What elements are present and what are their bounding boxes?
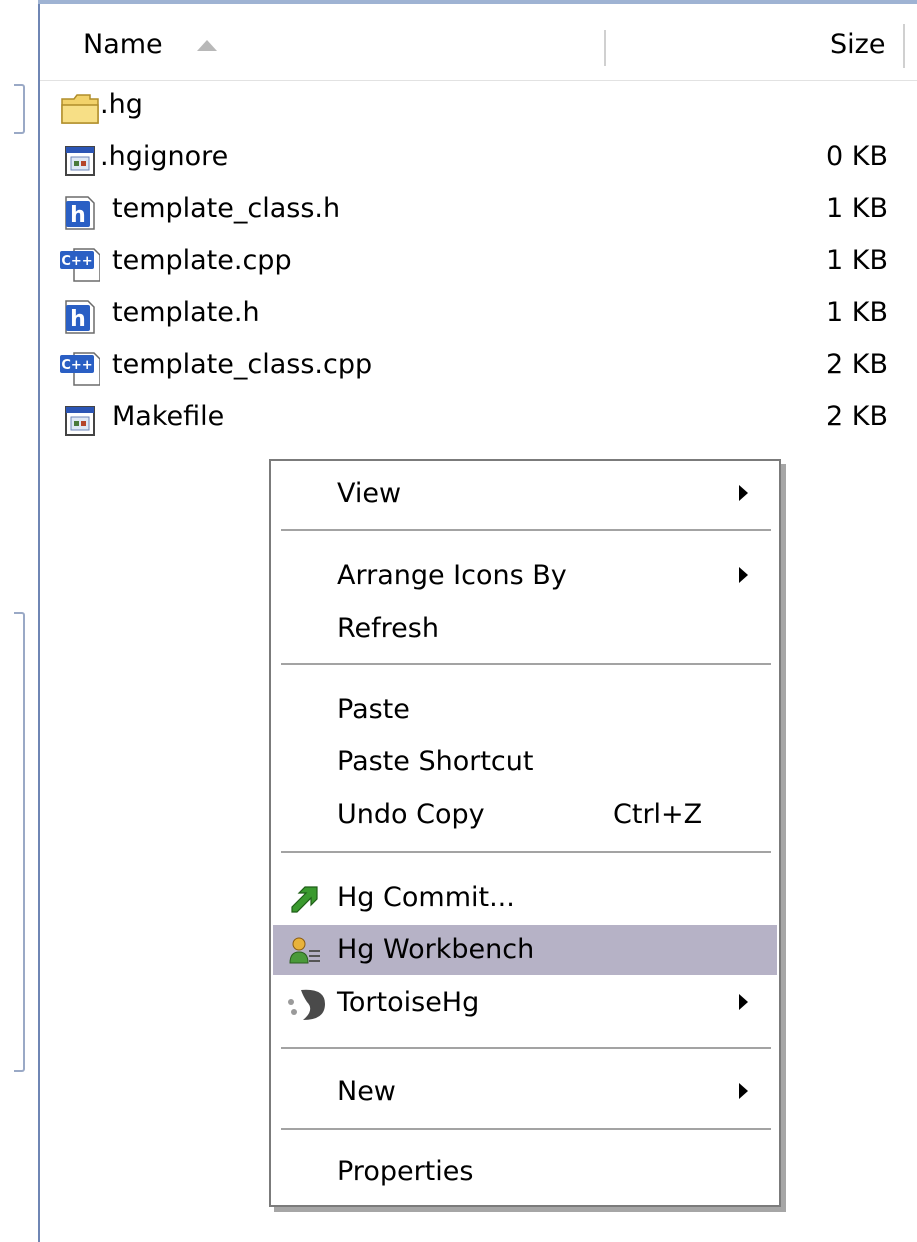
pane-edge-mark <box>14 612 25 1072</box>
hg-commit-icon <box>291 886 318 913</box>
file-row-hgignore[interactable]: .hgignore 0 KB <box>60 131 900 183</box>
svg-text:h: h <box>70 307 86 332</box>
svg-text:C++: C++ <box>61 254 92 269</box>
file-name: .hgignore <box>100 141 229 172</box>
menu-item-paste-shortcut[interactable]: Paste Shortcut <box>273 737 777 787</box>
file-size: 1 KB <box>826 193 888 224</box>
file-row-hg[interactable]: .hg <box>60 79 900 131</box>
file-row-template-class-cpp[interactable]: C++ template_class.cpp 2 KB <box>60 339 900 391</box>
file-row-template-h[interactable]: h template.h 1 KB <box>60 287 900 339</box>
menu-item-shortcut: Ctrl+Z <box>613 799 703 830</box>
submenu-arrow-icon <box>739 485 748 501</box>
file-row-template-cpp[interactable]: C++ template.cpp 1 KB <box>60 235 900 287</box>
sort-ascending-icon <box>197 40 217 51</box>
menu-item-arrange-icons-by[interactable]: Arrange Icons By <box>273 551 777 601</box>
cpp-file-icon: C++ <box>60 248 100 282</box>
menu-item-label: Refresh <box>337 613 439 644</box>
file-row-makefile[interactable]: Makefile 2 KB <box>60 391 900 443</box>
file-name: template_class.cpp <box>112 349 373 380</box>
h-file-icon: h <box>65 196 95 230</box>
column-divider[interactable] <box>903 24 905 68</box>
menu-item-properties[interactable]: Properties <box>273 1147 777 1197</box>
file-size: 1 KB <box>826 297 888 328</box>
file-size: 1 KB <box>826 245 888 276</box>
file-row-template-class-h[interactable]: h template_class.h 1 KB <box>60 183 900 235</box>
menu-item-view[interactable]: View <box>273 469 777 519</box>
menu-separator <box>281 529 771 531</box>
menu-separator <box>281 1047 771 1049</box>
submenu-arrow-icon <box>739 1083 748 1099</box>
generic-file-icon <box>65 406 95 436</box>
file-size: 2 KB <box>826 349 888 380</box>
menu-item-hg-commit[interactable]: Hg Commit... <box>273 873 777 923</box>
context-menu: View Arrange Icons By Refresh Paste Past… <box>269 459 781 1207</box>
file-size: 2 KB <box>826 401 888 432</box>
svg-text:C++: C++ <box>61 358 92 373</box>
menu-item-refresh[interactable]: Refresh <box>273 604 777 654</box>
file-name: template.h <box>112 297 260 328</box>
menu-item-label: Properties <box>337 1156 474 1187</box>
cpp-file-icon: C++ <box>60 352 100 386</box>
menu-separator <box>281 663 771 665</box>
menu-separator <box>281 1128 771 1130</box>
pane-border <box>38 0 40 1242</box>
menu-item-new[interactable]: New <box>273 1067 777 1117</box>
hg-workbench-icon <box>289 937 320 964</box>
column-header: Name Size <box>40 4 917 81</box>
menu-item-label: View <box>337 478 402 509</box>
generic-file-icon <box>65 146 95 176</box>
column-divider[interactable] <box>604 30 606 66</box>
column-header-size[interactable]: Size <box>830 29 885 60</box>
file-name: template.cpp <box>112 245 292 276</box>
file-name: .hg <box>100 89 143 120</box>
pane-edge-mark <box>14 84 25 134</box>
menu-separator <box>281 851 771 853</box>
menu-item-label: Hg Commit... <box>337 882 515 913</box>
menu-item-label: Paste Shortcut <box>337 746 534 777</box>
file-name: template_class.h <box>112 193 341 224</box>
file-size: 0 KB <box>826 141 888 172</box>
submenu-arrow-icon <box>739 567 748 583</box>
folder-icon <box>61 94 99 124</box>
menu-item-undo-copy[interactable]: Undo Copy Ctrl+Z <box>273 790 777 840</box>
menu-item-label: Paste <box>337 694 410 725</box>
menu-item-tortoisehg[interactable]: TortoiseHg <box>273 978 777 1028</box>
menu-item-label: TortoiseHg <box>337 987 480 1018</box>
tortoisehg-icon <box>288 989 325 1020</box>
file-name: Makefile <box>112 401 225 432</box>
menu-item-label: Hg Workbench <box>337 934 535 965</box>
h-file-icon: h <box>65 300 95 334</box>
menu-item-label: Arrange Icons By <box>337 560 567 591</box>
menu-item-label: New <box>337 1076 396 1107</box>
menu-item-hg-workbench[interactable]: Hg Workbench <box>273 925 777 975</box>
column-header-name[interactable]: Name <box>83 29 163 60</box>
svg-text:h: h <box>70 203 86 228</box>
submenu-arrow-icon <box>739 994 748 1010</box>
menu-item-label: Undo Copy <box>337 799 485 830</box>
menu-item-paste[interactable]: Paste <box>273 685 777 735</box>
